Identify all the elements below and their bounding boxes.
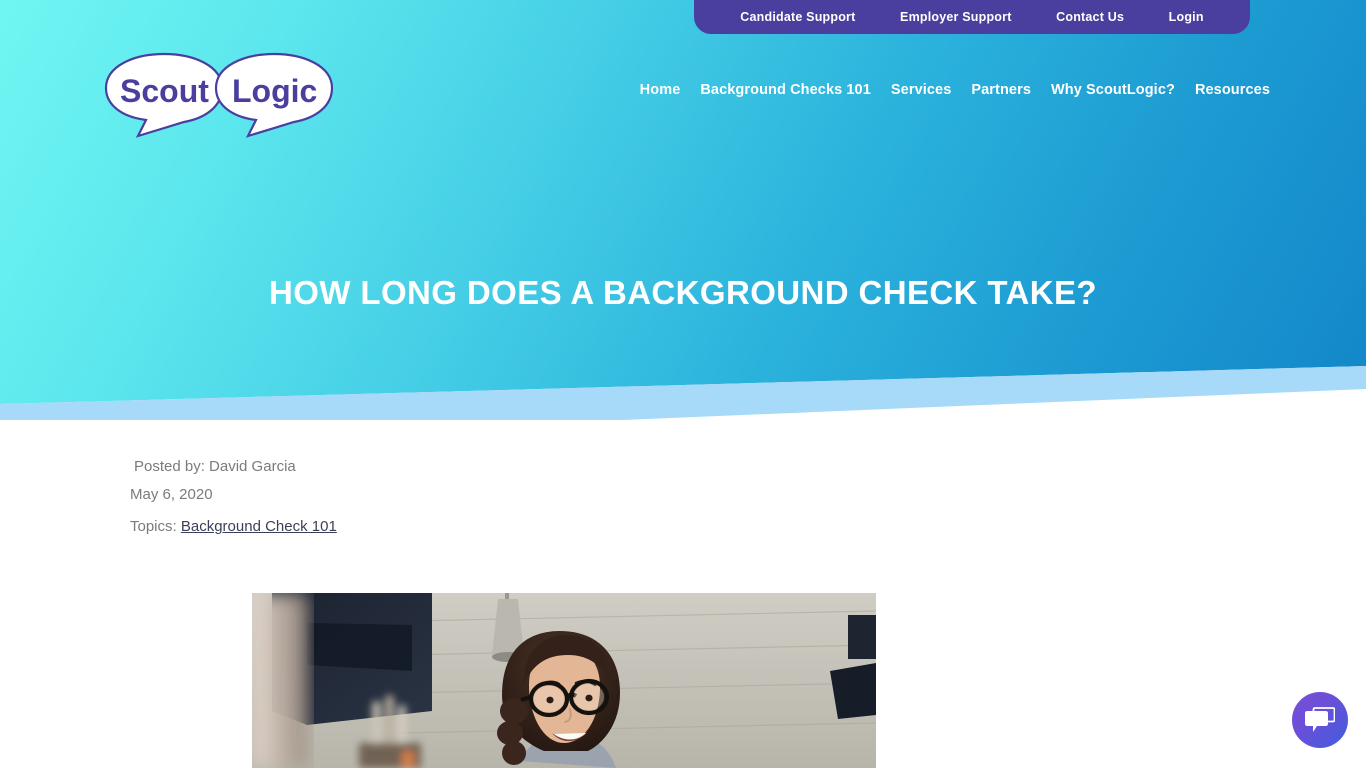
main-navigation: Home Background Checks 101 Services Part… bbox=[640, 82, 1270, 98]
chat-bubbles-icon bbox=[1305, 707, 1335, 732]
nav-resources[interactable]: Resources bbox=[1195, 82, 1270, 98]
nav-services[interactable]: Services bbox=[891, 82, 951, 98]
nav-background-checks-101[interactable]: Background Checks 101 bbox=[700, 82, 871, 98]
post-metadata: Posted by: David Garcia May 6, 2020 Topi… bbox=[130, 456, 337, 535]
nav-partners[interactable]: Partners bbox=[971, 82, 1031, 98]
topbar-contact-us[interactable]: Contact Us bbox=[1056, 10, 1124, 24]
nav-home[interactable]: Home bbox=[640, 82, 681, 98]
nav-why-scoutlogic[interactable]: Why ScoutLogic? bbox=[1051, 82, 1175, 98]
logo-word-scout: Scout bbox=[120, 73, 209, 109]
post-author: Posted by: David Garcia bbox=[134, 458, 296, 475]
topbar-employer-support[interactable]: Employer Support bbox=[900, 10, 1012, 24]
page-title: HOW LONG DOES A BACKGROUND CHECK TAKE? bbox=[269, 274, 1097, 311]
post-date: May 6, 2020 bbox=[130, 486, 213, 503]
chat-widget-button[interactable] bbox=[1292, 692, 1348, 748]
scoutlogic-logo-icon: Scout Logic bbox=[104, 52, 334, 138]
utility-navbar: Candidate Support Employer Support Conta… bbox=[694, 0, 1250, 34]
topbar-candidate-support[interactable]: Candidate Support bbox=[740, 10, 855, 24]
office-photo bbox=[252, 593, 876, 768]
logo-word-logic: Logic bbox=[232, 73, 317, 109]
site-logo[interactable]: Scout Logic bbox=[98, 50, 338, 142]
topbar-login[interactable]: Login bbox=[1169, 10, 1204, 24]
post-topics: Topics: Background Check 101 bbox=[130, 518, 337, 535]
post-topic-link[interactable]: Background Check 101 bbox=[181, 518, 337, 535]
post-featured-image bbox=[252, 593, 876, 768]
post-topics-label: Topics: bbox=[130, 518, 177, 535]
